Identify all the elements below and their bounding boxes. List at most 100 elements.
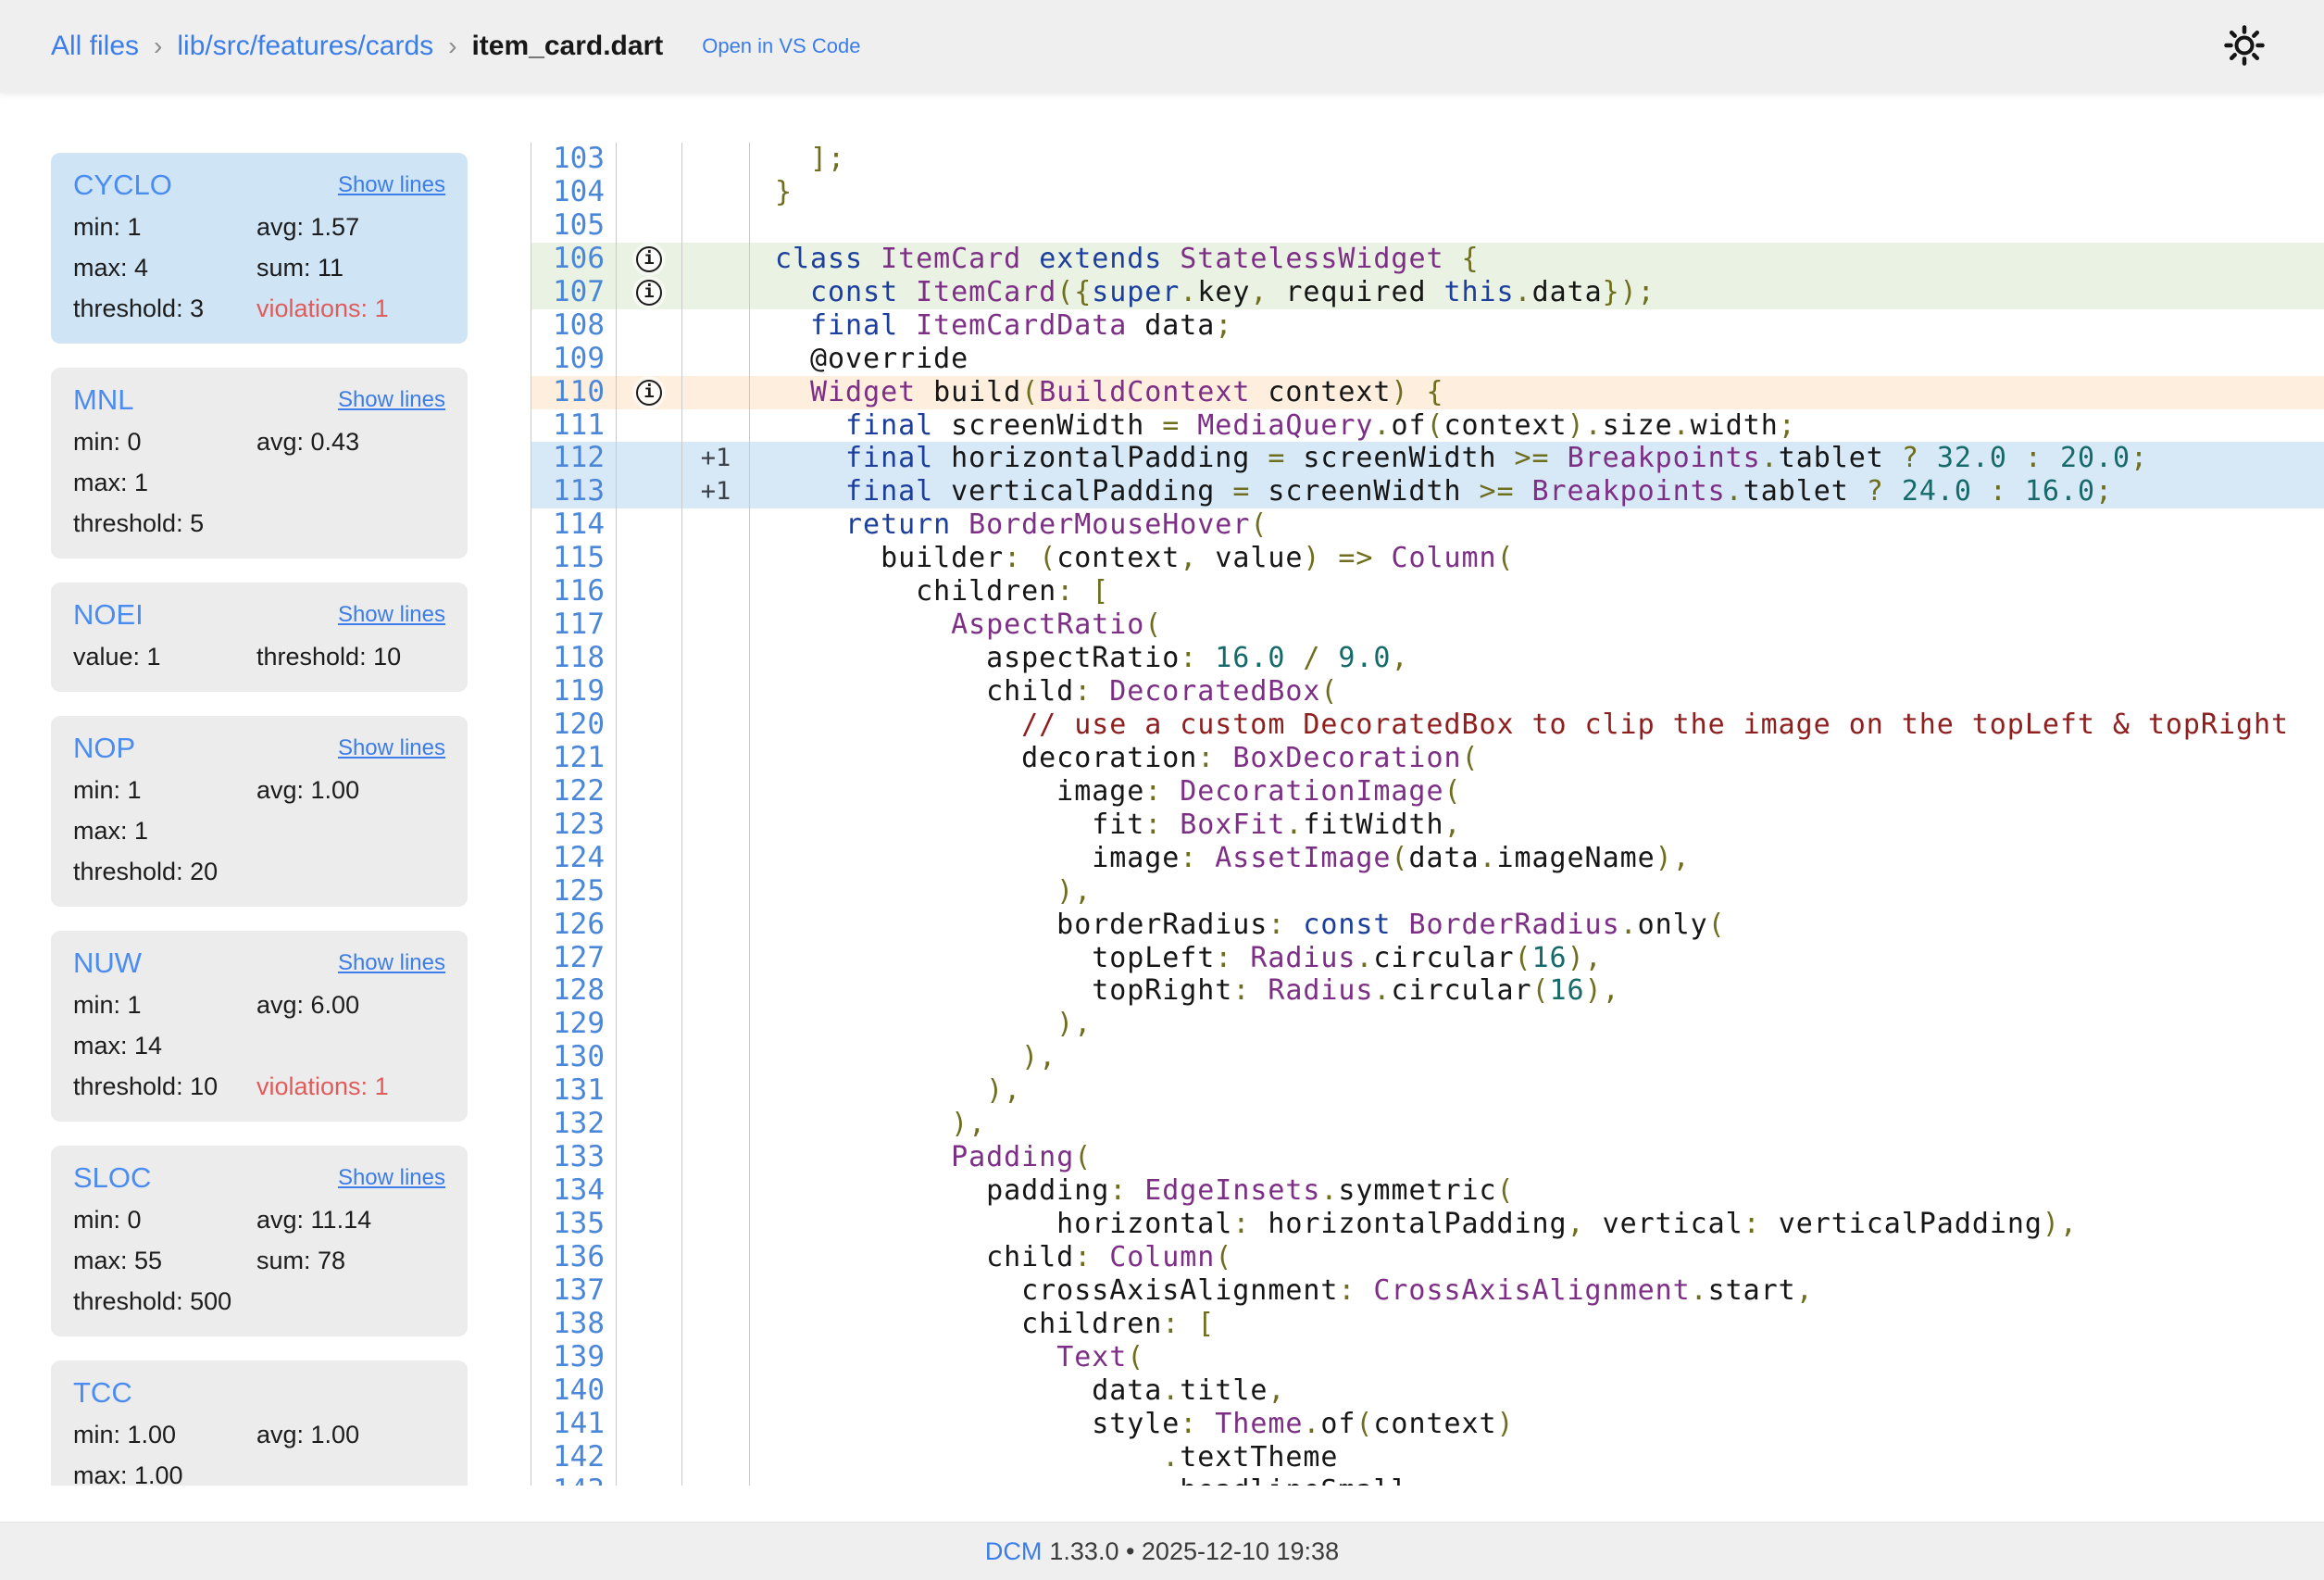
code-text: children: [ [750, 575, 2324, 608]
stat-row: max: 1 [73, 810, 445, 851]
code-line: 126 borderRadius: const BorderRadius.onl… [531, 909, 2324, 942]
line-number: 141 [531, 1408, 617, 1441]
code-line: 121 decoration: BoxDecoration( [531, 742, 2324, 775]
stat-min: min: 0 [73, 428, 256, 457]
line-number: 123 [531, 809, 617, 842]
show-lines-link[interactable]: Show lines [338, 387, 445, 413]
line-number: 121 [531, 742, 617, 775]
icon-gutter [617, 708, 682, 742]
complexity-annotation: +1 [682, 442, 750, 475]
stat-row: min: 1avg: 6.00 [73, 984, 445, 1025]
code-text: .headlineSmall [750, 1474, 2324, 1486]
code-line: 119 child: DecoratedBox( [531, 675, 2324, 708]
code-text: .textTheme [750, 1441, 2324, 1474]
line-number: 143 [531, 1474, 617, 1486]
code-text [750, 209, 2324, 243]
icon-gutter [617, 1274, 682, 1308]
line-number: 126 [531, 909, 617, 942]
code-line: 117 AspectRatio( [531, 608, 2324, 642]
stat-row: threshold: 20 [73, 851, 445, 892]
metric-card-mnl[interactable]: MNLShow linesmin: 0avg: 0.43max: 1thresh… [51, 368, 468, 558]
complexity-annotation [682, 1174, 750, 1208]
code-text: children: [ [750, 1308, 2324, 1341]
complexity-annotation [682, 209, 750, 243]
code-text: image: DecorationImage( [750, 775, 2324, 809]
dcm-link[interactable]: DCM [985, 1537, 1043, 1565]
stat-max: max: 1 [73, 817, 256, 846]
code-text: child: DecoratedBox( [750, 675, 2324, 708]
complexity-annotation [682, 575, 750, 608]
metric-card-sloc[interactable]: SLOCShow linesmin: 0avg: 11.14max: 55sum… [51, 1146, 468, 1336]
breadcrumb-separator: › [446, 31, 458, 61]
complexity-annotation [682, 409, 750, 443]
code-line: 124 image: AssetImage(data.imageName), [531, 842, 2324, 875]
complexity-annotation [682, 1308, 750, 1341]
metric-card-nop[interactable]: NOPShow linesmin: 1avg: 1.00max: 1thresh… [51, 716, 468, 907]
code-text: style: Theme.of(context) [750, 1408, 2324, 1441]
code-line: 129 ), [531, 1008, 2324, 1041]
code-text: topLeft: Radius.circular(16), [750, 942, 2324, 975]
icon-gutter [617, 875, 682, 909]
complexity-annotation [682, 343, 750, 376]
complexity-annotation [682, 1041, 750, 1074]
icon-gutter [617, 442, 682, 475]
metric-card-tcc[interactable]: TCCmin: 1.00avg: 1.00max: 1.00 [51, 1361, 468, 1486]
code-text: @override [750, 343, 2324, 376]
code-text: const ItemCard({super.key, required this… [750, 276, 2324, 309]
info-icon[interactable]: i [636, 280, 662, 306]
stat-row: min: 1avg: 1.57 [73, 207, 445, 247]
icon-gutter [617, 209, 682, 243]
footer: DCM1.33.0 • 2025-12-10 19:38 [0, 1522, 2324, 1580]
line-number: 135 [531, 1208, 617, 1241]
code-line: 136 child: Column( [531, 1241, 2324, 1274]
icon-gutter [617, 1074, 682, 1108]
complexity-annotation [682, 309, 750, 343]
metric-card-cyclo[interactable]: CYCLOShow linesmin: 1avg: 1.57max: 4sum:… [51, 153, 468, 344]
icon-gutter [617, 542, 682, 575]
show-lines-link[interactable]: Show lines [338, 1165, 445, 1191]
stat-min: min: 1 [73, 776, 256, 805]
line-number: 107 [531, 276, 617, 309]
complexity-annotation [682, 376, 750, 409]
icon-gutter [617, 809, 682, 842]
line-number: 111 [531, 409, 617, 443]
code-text: borderRadius: const BorderRadius.only( [750, 909, 2324, 942]
show-lines-link[interactable]: Show lines [338, 735, 445, 761]
icon-gutter: i [617, 243, 682, 276]
icon-gutter [617, 1108, 682, 1141]
stat-max: max: 1 [73, 469, 256, 497]
icon-gutter [617, 1041, 682, 1074]
complexity-annotation [682, 909, 750, 942]
open-in-vscode-link[interactable]: Open in VS Code [702, 34, 860, 58]
theme-toggle-button[interactable] [2222, 23, 2267, 68]
code-text: builder: (context, value) => Column( [750, 542, 2324, 575]
breadcrumb-link[interactable]: All files [51, 31, 139, 62]
line-number: 114 [531, 508, 617, 542]
info-icon[interactable]: i [636, 380, 662, 406]
code-text: padding: EdgeInsets.symmetric( [750, 1174, 2324, 1208]
stat-value: value: 1 [73, 643, 256, 671]
code-line: 122 image: DecorationImage( [531, 775, 2324, 809]
show-lines-link[interactable]: Show lines [338, 172, 445, 198]
stat-violations: violations: 1 [256, 1072, 445, 1101]
metric-card-header: NUWShow lines [73, 942, 445, 984]
stat-row: max: 14 [73, 1025, 445, 1066]
metric-card-nuw[interactable]: NUWShow linesmin: 1avg: 6.00max: 14thres… [51, 931, 468, 1122]
metric-card-noei[interactable]: NOEIShow linesvalue: 1threshold: 10 [51, 583, 468, 692]
line-number: 109 [531, 343, 617, 376]
stat-min: min: 1.00 [73, 1421, 256, 1449]
header: All files›lib/src/features/cards›item_ca… [0, 0, 2324, 93]
show-lines-link[interactable]: Show lines [338, 602, 445, 628]
code-line: 108 final ItemCardData data; [531, 309, 2324, 343]
show-lines-link[interactable]: Show lines [338, 950, 445, 976]
line-number: 112 [531, 442, 617, 475]
stat-row: threshold: 5 [73, 503, 445, 544]
complexity-annotation [682, 1208, 750, 1241]
code-text: horizontal: horizontalPadding, vertical:… [750, 1208, 2324, 1241]
info-icon[interactable]: i [636, 246, 662, 272]
code-text: child: Column( [750, 1241, 2324, 1274]
breadcrumb-link[interactable]: lib/src/features/cards [177, 31, 433, 62]
metric-title: TCC [73, 1376, 132, 1410]
stat-row: max: 4sum: 11 [73, 247, 445, 288]
code-text: final ItemCardData data; [750, 309, 2324, 343]
